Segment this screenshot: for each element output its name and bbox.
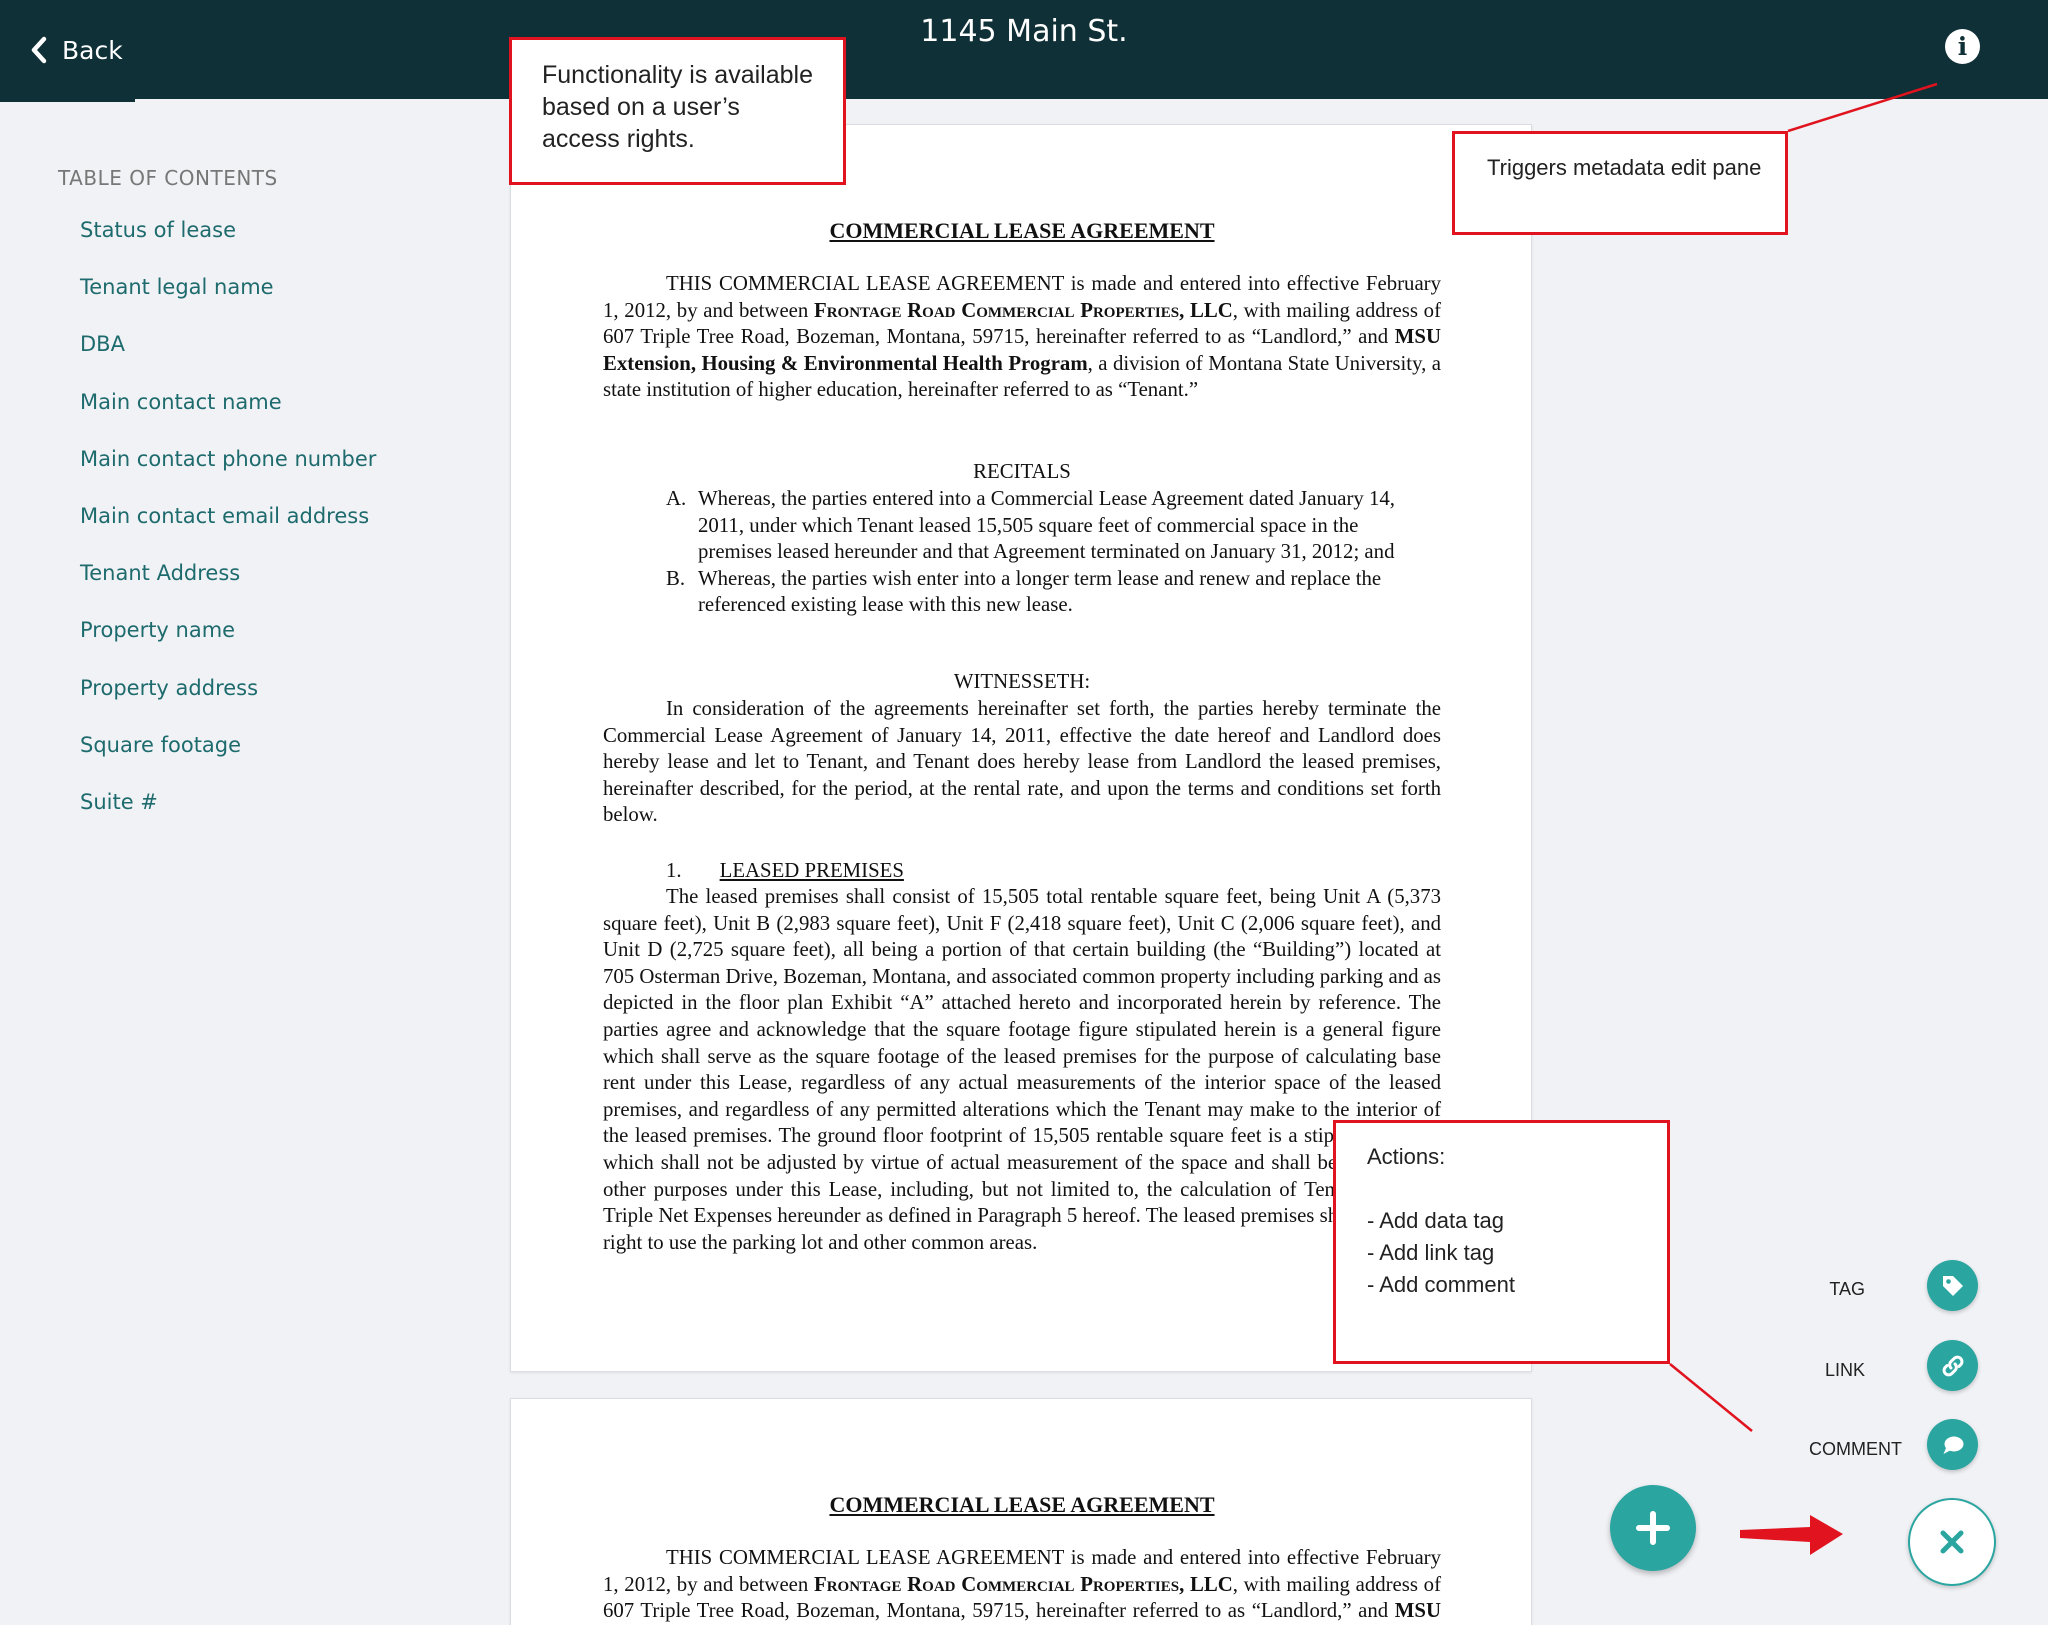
sidebar-active-indicator	[0, 99, 135, 102]
actions-item: - Add link tag	[1367, 1240, 1495, 1265]
toc-item-status-of-lease[interactable]: Status of lease	[80, 215, 376, 272]
link-label: LINK	[1824, 1360, 1865, 1380]
section-title: LEASED PREMISES	[719, 859, 904, 882]
plus-icon	[1636, 1511, 1670, 1545]
recital-label: B.	[666, 566, 686, 590]
section-1-heading: 1. LEASED PREMISES	[603, 858, 1441, 885]
intro-paragraph: THIS COMMERCIAL LEASE AGREEMENT is made …	[603, 1545, 1441, 1625]
toc-heading: TABLE OF CONTENTS	[58, 166, 278, 190]
document-title: COMMERCIAL LEASE AGREEMENT	[829, 1492, 1215, 1517]
toc-item-square-footage[interactable]: Square footage	[80, 730, 376, 787]
intro-paragraph: THIS COMMERCIAL LEASE AGREEMENT is made …	[603, 271, 1441, 404]
link-icon	[1942, 1355, 1963, 1376]
info-icon[interactable]: i	[1945, 29, 1980, 64]
landlord-name: Frontage Road Commercial Properties, LLC	[814, 1572, 1233, 1596]
toc-item-main-contact-email[interactable]: Main contact email address	[80, 501, 376, 558]
toc-item-main-contact-phone[interactable]: Main contact phone number	[80, 444, 376, 501]
close-icon	[1940, 1530, 1964, 1554]
comment-button[interactable]	[1927, 1419, 1978, 1470]
top-bar: Back 1145 Main St. i	[0, 0, 2048, 99]
metadata-callout: Triggers metadata edit pane	[1452, 131, 1788, 235]
toc-item-tenant-address[interactable]: Tenant Address	[80, 558, 376, 615]
toc-item-property-name[interactable]: Property name	[80, 615, 376, 672]
toc-list: Status of lease Tenant legal name DBA Ma…	[80, 215, 376, 844]
comment-label: COMMENT	[1809, 1439, 1902, 1459]
toc-item-suite[interactable]: Suite #	[80, 787, 376, 844]
recitals-heading: RECITALS	[973, 460, 1071, 483]
actions-callout: Actions: - Add data tag - Add link tag -…	[1333, 1120, 1670, 1364]
access-rights-callout: Functionality is available based on a us…	[509, 37, 846, 185]
access-rights-text: Functionality is available based on a us…	[542, 61, 813, 153]
recital-label: A.	[666, 487, 687, 510]
toc-item-main-contact-name[interactable]: Main contact name	[80, 387, 376, 444]
tag-button[interactable]	[1927, 1260, 1978, 1311]
landlord-name: Frontage Road Commercial Properties, LLC	[814, 298, 1233, 322]
add-action-button[interactable]	[1610, 1485, 1696, 1571]
comment-icon	[1943, 1436, 1963, 1454]
recitals-list: A. Whereas, the parties entered into a C…	[603, 486, 1441, 619]
recital-item: B. Whereas, the parties wish enter into …	[603, 566, 1441, 619]
toc-item-tenant-legal-name[interactable]: Tenant legal name	[80, 272, 376, 329]
metadata-text: Triggers metadata edit pane	[1487, 155, 1762, 180]
recital-text: Whereas, the parties wish enter into a l…	[698, 566, 1382, 617]
witnesseth-paragraph: In consideration of the agreements herei…	[603, 697, 1441, 827]
recital-item: A. Whereas, the parties entered into a C…	[603, 486, 1441, 566]
document-title: COMMERCIAL LEASE AGREEMENT	[829, 218, 1215, 243]
recital-text: Whereas, the parties entered into a Comm…	[698, 487, 1395, 564]
tag-icon	[1942, 1275, 1963, 1296]
tag-label: TAG	[1829, 1279, 1865, 1299]
close-menu-button[interactable]	[1908, 1498, 1996, 1586]
document-page: COMMERCIAL LEASE AGREEMENT THIS COMMERCI…	[510, 1398, 1532, 1625]
section-1-paragraph: The leased premises shall consist of 15,…	[603, 885, 1442, 1254]
actions-item: - Add comment	[1367, 1272, 1515, 1297]
link-button[interactable]	[1927, 1340, 1978, 1391]
actions-title: Actions:	[1367, 1144, 1446, 1169]
toc-item-dba[interactable]: DBA	[80, 329, 376, 386]
witnesseth-heading: WITNESSETH:	[953, 670, 1091, 693]
section-number: 1.	[666, 859, 682, 882]
toc-item-property-address[interactable]: Property address	[80, 673, 376, 730]
page-title: 1145 Main St.	[920, 14, 1128, 49]
actions-item: - Add data tag	[1367, 1208, 1504, 1233]
